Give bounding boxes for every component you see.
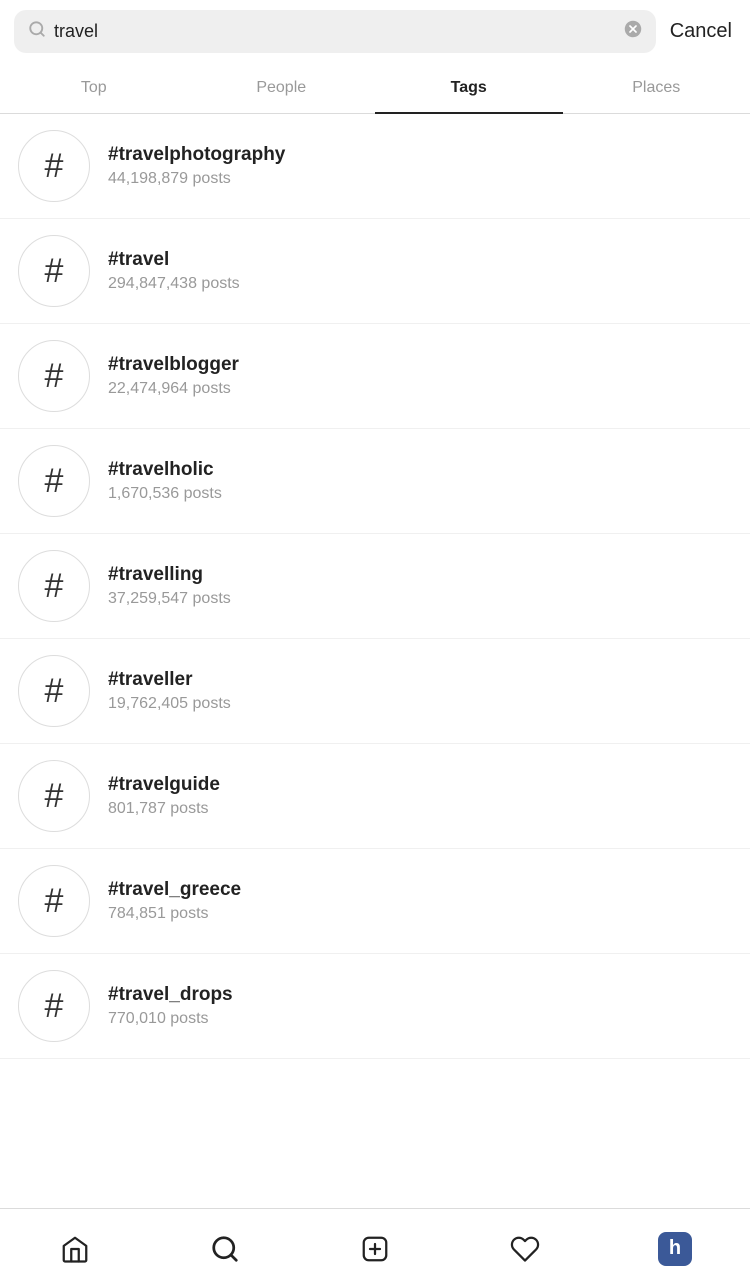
tag-icon: # xyxy=(18,655,90,727)
tag-icon: # xyxy=(18,445,90,517)
tag-count: 801,787 posts xyxy=(108,800,220,818)
tag-info: #travelguide 801,787 posts xyxy=(108,774,220,818)
nav-search[interactable] xyxy=(150,1209,300,1288)
nav-heart[interactable] xyxy=(450,1209,600,1288)
tag-item[interactable]: # #travelphotography 44,198,879 posts xyxy=(0,114,750,219)
tab-people[interactable]: People xyxy=(188,63,376,113)
tag-name: #travelblogger xyxy=(108,354,239,376)
tag-item[interactable]: # #travelholic 1,670,536 posts xyxy=(0,429,750,534)
search-bar: Cancel xyxy=(0,0,750,63)
hash-icon: # xyxy=(45,569,64,603)
tag-name: #travel_drops xyxy=(108,984,233,1006)
tag-icon: # xyxy=(18,235,90,307)
tag-info: #travelphotography 44,198,879 posts xyxy=(108,144,285,188)
hash-icon: # xyxy=(45,254,64,288)
tag-icon: # xyxy=(18,340,90,412)
tag-item[interactable]: # #travel_greece 784,851 posts xyxy=(0,849,750,954)
clear-icon[interactable] xyxy=(624,20,642,43)
tag-count: 770,010 posts xyxy=(108,1010,233,1028)
tag-info: #travelholic 1,670,536 posts xyxy=(108,459,222,503)
tab-places[interactable]: Places xyxy=(563,63,750,113)
hash-icon: # xyxy=(45,884,64,918)
tag-item[interactable]: # #traveller 19,762,405 posts xyxy=(0,639,750,744)
tag-icon: # xyxy=(18,970,90,1042)
tag-info: #travel 294,847,438 posts xyxy=(108,249,240,293)
tag-count: 294,847,438 posts xyxy=(108,275,240,293)
search-icon xyxy=(28,20,46,43)
tag-icon: # xyxy=(18,130,90,202)
bottom-nav: h xyxy=(0,1208,750,1288)
tag-name: #travelphotography xyxy=(108,144,285,166)
tag-list: # #travelphotography 44,198,879 posts # … xyxy=(0,114,750,1059)
search-input[interactable] xyxy=(54,21,616,42)
cancel-button[interactable]: Cancel xyxy=(666,20,736,43)
hash-icon: # xyxy=(45,674,64,708)
tag-name: #travelling xyxy=(108,564,231,586)
nav-profile[interactable]: h xyxy=(600,1209,750,1288)
tag-count: 784,851 posts xyxy=(108,905,241,923)
hash-icon: # xyxy=(45,779,64,813)
tag-info: #travelling 37,259,547 posts xyxy=(108,564,231,608)
nav-home[interactable] xyxy=(0,1209,150,1288)
tab-tags[interactable]: Tags xyxy=(375,63,563,113)
search-input-wrap xyxy=(14,10,656,53)
hash-icon: # xyxy=(45,989,64,1023)
tag-item[interactable]: # #travel_drops 770,010 posts xyxy=(0,954,750,1059)
tag-item[interactable]: # #travelguide 801,787 posts xyxy=(0,744,750,849)
tabs: Top People Tags Places xyxy=(0,63,750,114)
tag-icon: # xyxy=(18,550,90,622)
tag-item[interactable]: # #travelling 37,259,547 posts xyxy=(0,534,750,639)
tag-count: 44,198,879 posts xyxy=(108,170,285,188)
tag-info: #travelblogger 22,474,964 posts xyxy=(108,354,239,398)
tag-name: #travel_greece xyxy=(108,879,241,901)
tag-icon: # xyxy=(18,865,90,937)
tag-icon: # xyxy=(18,760,90,832)
tag-name: #travelholic xyxy=(108,459,222,481)
tag-info: #traveller 19,762,405 posts xyxy=(108,669,231,713)
tag-item[interactable]: # #travelblogger 22,474,964 posts xyxy=(0,324,750,429)
nav-add[interactable] xyxy=(300,1209,450,1288)
tag-item[interactable]: # #travel 294,847,438 posts xyxy=(0,219,750,324)
tag-name: #travelguide xyxy=(108,774,220,796)
tag-info: #travel_drops 770,010 posts xyxy=(108,984,233,1028)
tag-count: 19,762,405 posts xyxy=(108,695,231,713)
tag-count: 1,670,536 posts xyxy=(108,485,222,503)
tag-info: #travel_greece 784,851 posts xyxy=(108,879,241,923)
hash-icon: # xyxy=(45,359,64,393)
tag-name: #traveller xyxy=(108,669,231,691)
tag-name: #travel xyxy=(108,249,240,271)
tab-top[interactable]: Top xyxy=(0,63,188,113)
tag-count: 22,474,964 posts xyxy=(108,380,239,398)
hash-icon: # xyxy=(45,149,64,183)
profile-badge: h xyxy=(658,1232,692,1266)
tag-count: 37,259,547 posts xyxy=(108,590,231,608)
hash-icon: # xyxy=(45,464,64,498)
